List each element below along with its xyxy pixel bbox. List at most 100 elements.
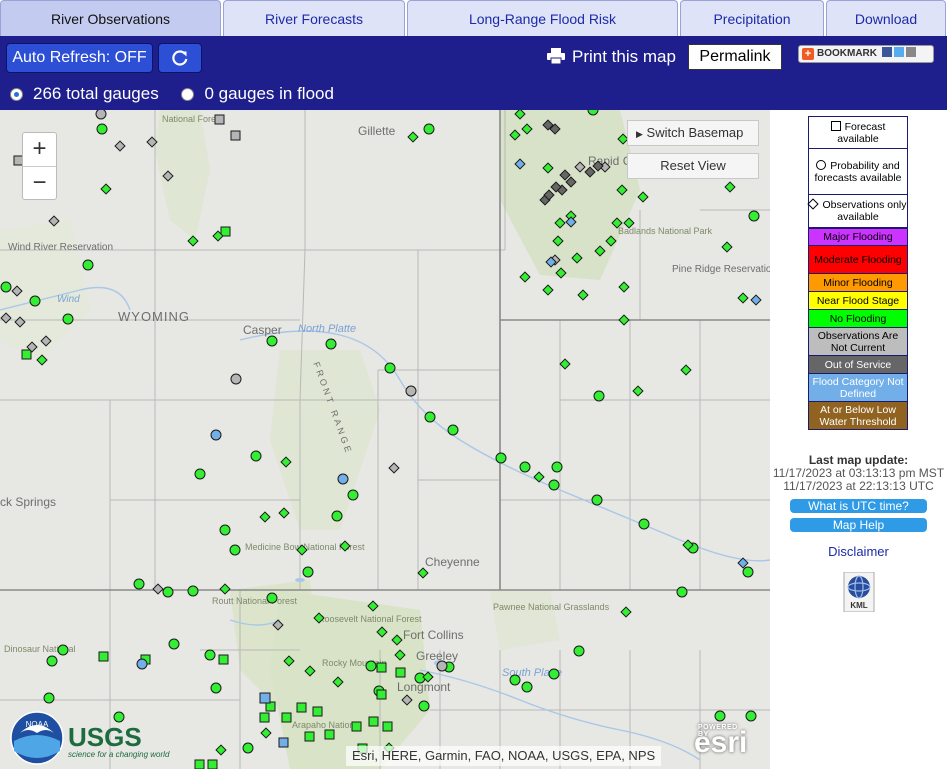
gauge-marker[interactable] <box>278 737 289 748</box>
zoom-in-button[interactable]: + <box>23 133 56 167</box>
tab-download[interactable]: Download <box>826 0 946 36</box>
gauge-marker[interactable] <box>331 510 343 522</box>
gauge-marker[interactable] <box>395 667 406 678</box>
gauge-marker[interactable] <box>680 364 692 376</box>
gauge-marker[interactable] <box>620 606 632 618</box>
gauge-marker[interactable] <box>324 729 335 740</box>
utc-time-button[interactable]: What is UTC time? <box>790 499 927 513</box>
gauge-marker[interactable] <box>347 489 359 501</box>
gauge-marker[interactable] <box>632 385 644 397</box>
tab-long-range-flood-risk[interactable]: Long-Range Flood Risk <box>407 0 678 36</box>
gauge-marker[interactable] <box>376 662 387 673</box>
gauge-marker[interactable] <box>204 649 216 661</box>
gauge-marker[interactable] <box>676 586 688 598</box>
gauge-marker[interactable] <box>418 700 430 712</box>
gauge-marker[interactable] <box>260 727 272 739</box>
gauge-marker[interactable] <box>382 721 393 732</box>
gauge-marker[interactable] <box>495 452 507 464</box>
gauge-marker[interactable] <box>219 583 231 595</box>
gauge-marker[interactable] <box>368 716 379 727</box>
gauge-marker[interactable] <box>296 702 307 713</box>
gauge-marker[interactable] <box>748 210 760 222</box>
gauge-marker[interactable] <box>405 385 417 397</box>
gauge-marker[interactable] <box>230 130 241 141</box>
gauge-marker[interactable] <box>721 241 733 253</box>
gauge-marker[interactable] <box>423 123 435 135</box>
gauge-marker[interactable] <box>62 313 74 325</box>
gauge-marker[interactable] <box>162 586 174 598</box>
gauge-marker[interactable] <box>218 654 229 665</box>
tab-river-forecasts[interactable]: River Forecasts <box>223 0 405 36</box>
disclaimer-link[interactable]: Disclaimer <box>770 544 947 559</box>
gauge-marker[interactable] <box>638 518 650 530</box>
gauge-marker[interactable] <box>436 660 448 672</box>
gauge-marker[interactable] <box>745 710 757 722</box>
gauge-marker[interactable] <box>424 411 436 423</box>
gauge-marker[interactable] <box>114 140 126 152</box>
gauge-marker[interactable] <box>220 226 231 237</box>
gauge-marker[interactable] <box>742 566 754 578</box>
gauge-marker[interactable] <box>57 644 69 656</box>
tab-river-observations[interactable]: River Observations <box>0 0 221 36</box>
gauge-marker[interactable] <box>133 578 145 590</box>
gauge-marker[interactable] <box>21 349 32 360</box>
gauge-marker[interactable] <box>187 235 199 247</box>
gauge-marker[interactable] <box>229 544 241 556</box>
gauge-marker[interactable] <box>215 744 227 756</box>
gauge-marker[interactable] <box>376 689 387 700</box>
gauge-marker[interactable] <box>302 566 314 578</box>
gauge-marker[interactable] <box>337 473 349 485</box>
reset-view-button[interactable]: Reset View <box>627 153 759 179</box>
gauge-marker[interactable] <box>259 712 270 723</box>
gauge-marker[interactable] <box>43 692 55 704</box>
gauge-marker[interactable] <box>82 259 94 271</box>
gauge-marker[interactable] <box>259 692 271 704</box>
gauge-marker[interactable] <box>447 424 459 436</box>
gauge-marker[interactable] <box>577 289 589 301</box>
gauge-marker[interactable] <box>210 682 222 694</box>
bookmark-button[interactable]: + BOOKMARK <box>798 45 934 63</box>
refresh-button[interactable] <box>158 43 202 73</box>
gauge-marker[interactable] <box>98 651 109 662</box>
gauge-marker[interactable] <box>29 295 41 307</box>
gauge-marker[interactable] <box>559 358 571 370</box>
map-canvas[interactable]: Gillette WYOMING Casper North Platte Che… <box>0 110 770 769</box>
gauge-marker[interactable] <box>210 429 222 441</box>
gauge-marker[interactable] <box>259 511 271 523</box>
switch-basemap-button[interactable]: ▶ Switch Basemap <box>627 120 759 146</box>
gauge-marker[interactable] <box>250 450 262 462</box>
map-help-button[interactable]: Map Help <box>790 518 927 532</box>
gauge-marker[interactable] <box>519 271 531 283</box>
gauge-marker[interactable] <box>278 507 290 519</box>
gauge-marker[interactable] <box>207 759 218 769</box>
gauge-marker[interactable] <box>46 655 58 667</box>
gauge-marker[interactable] <box>325 338 337 350</box>
gauge-marker[interactable] <box>521 681 533 693</box>
gauge-marker[interactable] <box>230 373 242 385</box>
gauge-marker[interactable] <box>168 638 180 650</box>
gauge-marker[interactable] <box>573 645 585 657</box>
gauge-markers[interactable] <box>0 110 762 769</box>
gauge-marker[interactable] <box>281 712 292 723</box>
gauge-marker[interactable] <box>548 479 560 491</box>
gauge-marker[interactable] <box>533 471 545 483</box>
gauge-marker[interactable] <box>136 658 148 670</box>
gauges-in-flood-radio[interactable]: 0 gauges in flood <box>181 84 334 104</box>
gauge-marker[interactable] <box>542 284 554 296</box>
gauge-marker[interactable] <box>724 181 736 193</box>
print-map-link[interactable]: Print this map <box>546 45 676 69</box>
gauge-marker[interactable] <box>519 461 531 473</box>
gauge-marker[interactable] <box>242 742 254 754</box>
permalink-button[interactable]: Permalink <box>688 44 782 70</box>
gauge-marker[interactable] <box>591 494 603 506</box>
gauge-marker[interactable] <box>407 131 419 143</box>
gauge-marker[interactable] <box>388 462 400 474</box>
gauge-marker[interactable] <box>417 567 429 579</box>
gauge-marker[interactable] <box>618 281 630 293</box>
gauge-marker[interactable] <box>214 114 225 125</box>
gauge-marker[interactable] <box>750 294 762 306</box>
map-view[interactable]: Gillette WYOMING Casper North Platte Che… <box>0 110 770 769</box>
gauge-marker[interactable] <box>194 468 206 480</box>
zoom-out-button[interactable]: − <box>23 167 56 201</box>
gauge-marker[interactable] <box>95 110 107 120</box>
